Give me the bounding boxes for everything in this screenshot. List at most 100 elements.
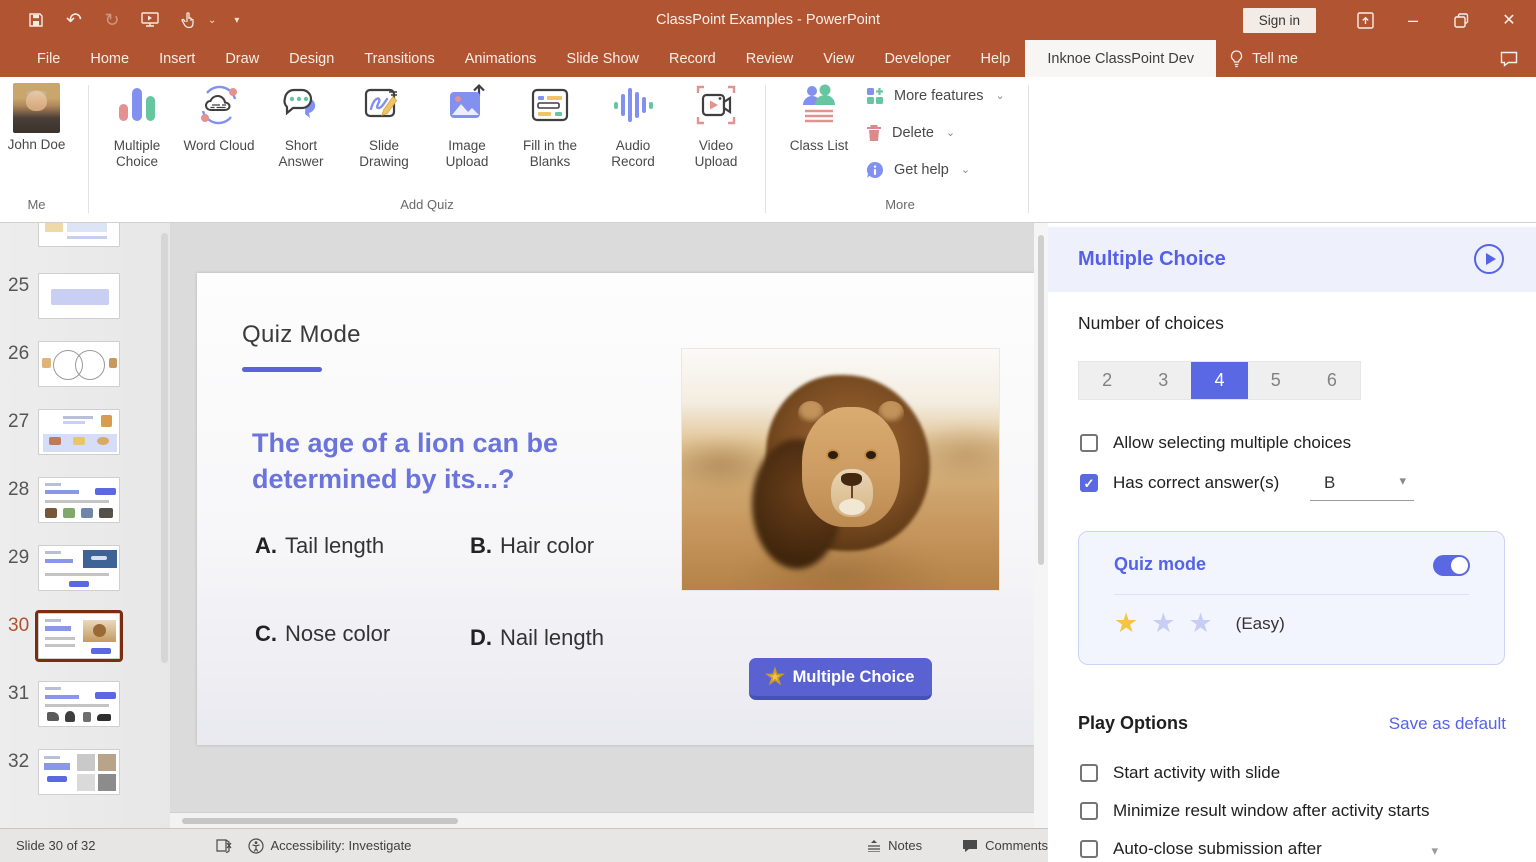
chevron-down-icon: ⌄ bbox=[961, 163, 970, 176]
group-label-me: Me bbox=[0, 197, 73, 212]
tab-record[interactable]: Record bbox=[654, 40, 731, 77]
tab-design[interactable]: Design bbox=[274, 40, 349, 77]
status-bar: Slide 30 of 32 Accessibility: Investigat… bbox=[0, 828, 1048, 862]
star-icon: ★ bbox=[767, 666, 784, 689]
tab-insert[interactable]: Insert bbox=[144, 40, 210, 77]
tell-me[interactable]: Tell me bbox=[1216, 40, 1312, 77]
allow-multiple-checkbox[interactable] bbox=[1080, 434, 1098, 452]
panel-header: Multiple Choice bbox=[1048, 227, 1536, 292]
star-empty-icon[interactable]: ★ bbox=[1151, 610, 1175, 637]
customize-qat-icon[interactable]: ▾ bbox=[234, 15, 239, 26]
save-icon[interactable] bbox=[22, 7, 50, 33]
comment-icon bbox=[962, 839, 978, 853]
start-activity-row[interactable]: Start activity with slide bbox=[1080, 763, 1280, 783]
touch-mouse-mode-icon[interactable] bbox=[174, 7, 202, 33]
choice-3[interactable]: 3 bbox=[1135, 362, 1191, 399]
start-activity-checkbox[interactable] bbox=[1080, 764, 1098, 782]
group-label-more: More bbox=[770, 197, 1030, 212]
correct-answer-dropdown[interactable]: B ▾ bbox=[1310, 471, 1414, 501]
touch-mode-chevron-icon[interactable]: ⌄ bbox=[208, 15, 216, 26]
get-help-item[interactable]: Get help ⌄ bbox=[866, 157, 1026, 182]
ribbon-tabs: File Home Insert Draw Design Transitions… bbox=[0, 40, 1536, 77]
user-avatar[interactable] bbox=[13, 83, 60, 133]
choice-5[interactable]: 5 bbox=[1248, 362, 1304, 399]
lion-photo bbox=[681, 348, 1000, 591]
tab-developer[interactable]: Developer bbox=[869, 40, 965, 77]
play-options-title: Play Options bbox=[1078, 713, 1188, 734]
info-icon bbox=[866, 161, 884, 179]
accessibility-status[interactable]: Accessibility: Investigate bbox=[248, 838, 412, 854]
lightbulb-icon bbox=[1230, 50, 1243, 68]
play-activity-button[interactable] bbox=[1474, 244, 1504, 274]
more-features-icon bbox=[866, 87, 884, 105]
notes-toggle[interactable]: Notes bbox=[867, 838, 922, 853]
choice-6[interactable]: 6 bbox=[1304, 362, 1360, 399]
short-answer-icon bbox=[278, 82, 324, 128]
minimize-result-row[interactable]: Minimize result window after activity st… bbox=[1080, 801, 1429, 821]
slide-multiple-choice-button[interactable]: ★ Multiple Choice bbox=[749, 658, 932, 700]
tab-slide-show[interactable]: Slide Show bbox=[551, 40, 654, 77]
more-features-item[interactable]: More features ⌄ bbox=[866, 83, 1026, 108]
ribbon-display-options-icon[interactable] bbox=[1348, 6, 1382, 34]
multiple-choice-icon bbox=[114, 82, 160, 128]
answer-d: D.Nail length bbox=[470, 625, 604, 651]
tab-draw[interactable]: Draw bbox=[210, 40, 274, 77]
word-cloud-button[interactable]: Word Cloud bbox=[178, 82, 260, 194]
dropdown-arrow-icon: ▾ bbox=[1399, 473, 1406, 489]
fill-in-the-blanks-button[interactable]: Fill in the Blanks bbox=[509, 82, 591, 194]
minimize-button[interactable]: – bbox=[1396, 6, 1430, 34]
quiz-mode-card: Quiz mode ★ ★ ★ (Easy) bbox=[1078, 531, 1505, 665]
restore-button[interactable] bbox=[1444, 6, 1478, 34]
star-empty-icon[interactable]: ★ bbox=[1188, 610, 1212, 637]
auto-close-checkbox[interactable] bbox=[1080, 840, 1098, 858]
slide-question: The age of a lion can be determined by i… bbox=[252, 425, 558, 497]
comments-toggle[interactable]: Comments bbox=[962, 838, 1048, 853]
sign-in-button[interactable]: Sign in bbox=[1243, 8, 1316, 33]
tab-animations[interactable]: Animations bbox=[450, 40, 552, 77]
class-list-button[interactable]: Class List bbox=[778, 82, 860, 194]
tab-inknoe-classpoint-dev[interactable]: Inknoe ClassPoint Dev bbox=[1025, 40, 1216, 77]
spell-check-icon[interactable] bbox=[216, 838, 232, 853]
choice-2[interactable]: 2 bbox=[1079, 362, 1135, 399]
redo-icon[interactable]: ↻ bbox=[98, 7, 126, 33]
tab-review[interactable]: Review bbox=[731, 40, 809, 77]
answer-b: B.Hair color bbox=[470, 533, 594, 559]
undo-icon[interactable]: ↶ bbox=[60, 7, 88, 33]
short-answer-button[interactable]: Short Answer bbox=[260, 82, 342, 194]
video-upload-icon bbox=[693, 82, 739, 128]
audio-record-button[interactable]: Audio Record bbox=[592, 82, 674, 194]
video-upload-button[interactable]: Video Upload bbox=[675, 82, 757, 194]
minimize-result-checkbox[interactable] bbox=[1080, 802, 1098, 820]
notes-icon bbox=[867, 839, 881, 852]
auto-close-dropdown-arrow-icon[interactable]: ▾ bbox=[1431, 843, 1438, 859]
tab-view[interactable]: View bbox=[808, 40, 869, 77]
start-slideshow-icon[interactable] bbox=[136, 7, 164, 33]
quiz-mode-toggle[interactable] bbox=[1433, 555, 1470, 576]
number-of-choices-label: Number of choices bbox=[1078, 313, 1224, 334]
has-correct-checkbox[interactable]: ✓ bbox=[1080, 474, 1098, 492]
delete-item[interactable]: Delete ⌄ bbox=[866, 120, 1026, 145]
slide-drawing-button[interactable]: Slide Drawing bbox=[343, 82, 425, 194]
image-upload-button[interactable]: Image Upload bbox=[426, 82, 508, 194]
delete-icon bbox=[866, 124, 882, 142]
close-button[interactable]: ✕ bbox=[1492, 6, 1526, 34]
tab-file[interactable]: File bbox=[22, 40, 75, 77]
comments-toggle-icon[interactable] bbox=[1482, 40, 1536, 77]
horizontal-scrollbar[interactable] bbox=[170, 812, 1034, 828]
slide-canvas[interactable]: Quiz Mode The age of a lion can be deter… bbox=[197, 273, 1034, 745]
slide-editor-area: Quiz Mode The age of a lion can be deter… bbox=[170, 223, 1034, 812]
tab-home[interactable]: Home bbox=[75, 40, 144, 77]
has-correct-answer-row[interactable]: ✓ Has correct answer(s) bbox=[1080, 473, 1279, 493]
thumbnail-scrollbar[interactable] bbox=[161, 233, 168, 663]
vertical-scrollbar[interactable] bbox=[1034, 223, 1048, 862]
tab-help[interactable]: Help bbox=[966, 40, 1026, 77]
tab-transitions[interactable]: Transitions bbox=[349, 40, 449, 77]
choice-4-selected[interactable]: 4 bbox=[1191, 362, 1247, 399]
save-as-default-link[interactable]: Save as default bbox=[1389, 714, 1506, 734]
image-upload-icon bbox=[444, 82, 490, 128]
multiple-choice-button[interactable]: Multiple Choice bbox=[96, 82, 178, 194]
auto-close-row[interactable]: Auto-close submission after bbox=[1080, 839, 1322, 859]
star-filled-icon[interactable]: ★ bbox=[1114, 610, 1138, 637]
allow-multiple-choices-row[interactable]: Allow selecting multiple choices bbox=[1080, 433, 1351, 453]
chevron-down-icon: ⌄ bbox=[946, 126, 955, 139]
